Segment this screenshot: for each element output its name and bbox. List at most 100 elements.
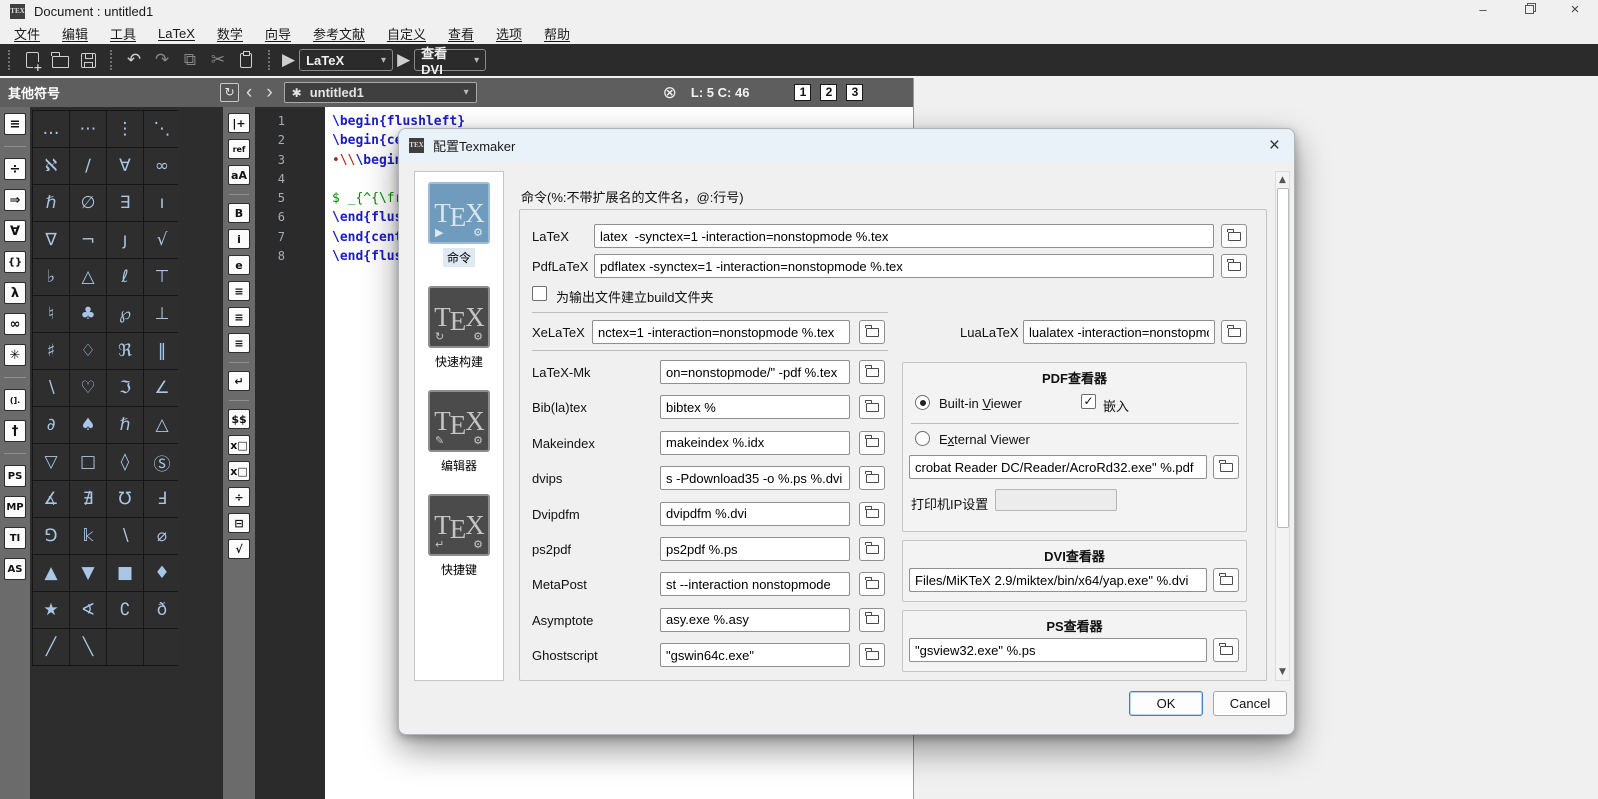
symbol-cell[interactable]: 𝕜 [70,518,106,554]
dvips-command-input[interactable] [660,466,850,491]
center-tool[interactable]: ≡ [228,307,250,327]
symbol-cell[interactable]: ∁ [107,592,143,628]
symbol-cell[interactable]: ⋯ [70,111,106,147]
flushleft-tool[interactable]: ≡ [228,281,250,301]
asymptote-command-input[interactable] [660,607,850,632]
new-document-button[interactable] [18,47,46,73]
newline-tool[interactable]: |+ [228,113,250,133]
paste-button[interactable] [232,47,260,73]
ref-tool[interactable]: ref [228,139,250,159]
symbol-cell[interactable]: ∂ [33,407,69,443]
symbol-cell[interactable]: ℵ [33,148,69,184]
symbol-cell[interactable]: ℏ [107,407,143,443]
symbol-cell[interactable]: ♯ [33,333,69,369]
menu-item-查看[interactable]: 查看 [444,23,478,44]
symbol-tab-delimiters[interactable]: {} [4,251,26,273]
symbol-cell[interactable]: ℘ [107,296,143,332]
ps-viewer-path-input[interactable] [909,638,1207,662]
build-folder-checkbox[interactable] [532,286,547,301]
asymptote-browse-button[interactable] [859,607,885,632]
minimize-button[interactable]: – [1460,0,1506,22]
symbol-cell[interactable]: ȷ [107,222,143,258]
symbol-cell[interactable]: △ [144,407,180,443]
toolbar-handle[interactable] [268,50,270,70]
symbol-cell[interactable]: ╱ [33,629,69,665]
scrollbar-thumb[interactable] [1276,188,1289,528]
symbol-cell[interactable]: ♣ [70,296,106,332]
run-compile-button[interactable]: ▶ [282,50,295,70]
session-button-3[interactable]: 3 [846,84,864,101]
symbol-tab-greek[interactable]: λ [4,282,26,304]
symbol-cell[interactable]: ¬ [70,222,106,258]
menu-item-LaTeX[interactable]: LaTeX [154,25,199,42]
symbol-cell[interactable]: Ⅎ [144,481,180,517]
symbol-cell[interactable]: ℜ [107,333,143,369]
emph-tool[interactable]: e [228,255,250,275]
save-button[interactable] [74,47,102,73]
makeindex-command-input[interactable] [660,430,850,455]
scroll-down-icon[interactable]: ▼ [1276,667,1289,677]
toolbar-handle[interactable] [110,50,112,70]
reload-button[interactable]: ↻ [220,83,239,102]
dialog-tab-编辑器[interactable]: TEX ✎ ⚙ 编辑器 [428,390,490,475]
linebreak-tool[interactable]: ↵ [228,371,250,391]
menu-item-编辑[interactable]: 编辑 [58,23,92,44]
menu-item-文件[interactable]: 文件 [10,23,44,44]
dfrac-tool[interactable]: ⊟ [228,513,250,533]
printer-ip-input[interactable] [995,489,1117,511]
symbol-cell[interactable]: ♦ [144,555,180,591]
symbol-cell[interactable] [144,629,180,665]
bold-tool[interactable]: B [228,203,250,223]
symbol-cell[interactable]: ⌀ [144,518,180,554]
dialog-scrollbar[interactable]: ▲ ▼ [1275,171,1290,681]
cut-button[interactable]: ✂ [204,47,232,73]
symbol-cell[interactable]: □ [70,444,106,480]
subscript-tool[interactable]: x□ [228,435,250,455]
dialog-tab-命令[interactable]: TEX ▶ ⚙ 命令 [428,182,490,267]
frac-tool[interactable]: ÷ [228,487,250,507]
symbol-cell[interactable]: ♡ [70,370,106,406]
symbol-cell[interactable]: ▲ [33,555,69,591]
pdflatex-command-input[interactable] [594,254,1214,278]
compile-command-select[interactable]: LaTeX ▾ [299,49,394,71]
symbol-cell[interactable]: ⊤ [144,259,180,295]
dvipdfm-browse-button[interactable] [859,501,885,526]
menu-item-向导[interactable]: 向导 [261,23,295,44]
embed-checkbox[interactable]: ✓ [1081,394,1096,409]
sqrt-tool[interactable]: √ [228,539,250,559]
external-viewer-radio[interactable] [915,431,930,446]
ghostscript-browse-button[interactable] [859,643,885,668]
makeindex-browse-button[interactable] [859,430,885,455]
lualatex-command-input[interactable] [1023,320,1215,344]
run-view-button[interactable]: ▶ [397,50,410,70]
symbol-cell[interactable]: ℧ [107,481,143,517]
symbol-cell[interactable]: ♠ [70,407,106,443]
pdf-viewer-path-input[interactable] [909,455,1207,479]
ok-button[interactable]: OK [1129,691,1203,716]
dvips-browse-button[interactable] [859,466,885,491]
symbol-cell[interactable]: ∠ [144,370,180,406]
symbol-tab-tikz[interactable]: TI [4,527,26,549]
symbol-cell[interactable]: ı [144,185,180,221]
flushright-tool[interactable]: ≡ [228,333,250,353]
menu-item-帮助[interactable]: 帮助 [540,23,574,44]
symbol-tab-most-used[interactable]: ∞ [4,313,26,335]
symbol-cell[interactable]: ∡ [33,481,69,517]
symbol-cell[interactable]: ■ [107,555,143,591]
latex-command-input[interactable] [594,224,1214,248]
symbol-cell[interactable]: ∢ [70,592,106,628]
symbol-cell[interactable]: ∄ [70,481,106,517]
ghostscript-command-input[interactable] [660,643,850,668]
symbol-tab-misc-text[interactable]: † [4,420,26,442]
symbol-cell[interactable]: ∅ [70,185,106,221]
symbol-cell[interactable]: ╲ [70,629,106,665]
dialog-tab-快捷键[interactable]: TEX ↵ ⚙ 快捷键 [428,494,490,579]
symbol-cell[interactable]: ‖ [144,333,180,369]
math-tool[interactable]: $$ [228,409,250,429]
fontsize-tool[interactable]: aA [228,165,250,185]
metapost-command-input[interactable] [660,572,850,597]
redo-button[interactable]: ↷ [148,47,176,73]
symbol-cell[interactable]: ⋱ [144,111,180,147]
open-file-select[interactable]: ✱ untitled1 ▾ [283,82,477,103]
symbol-cell[interactable]: ♢ [70,333,106,369]
